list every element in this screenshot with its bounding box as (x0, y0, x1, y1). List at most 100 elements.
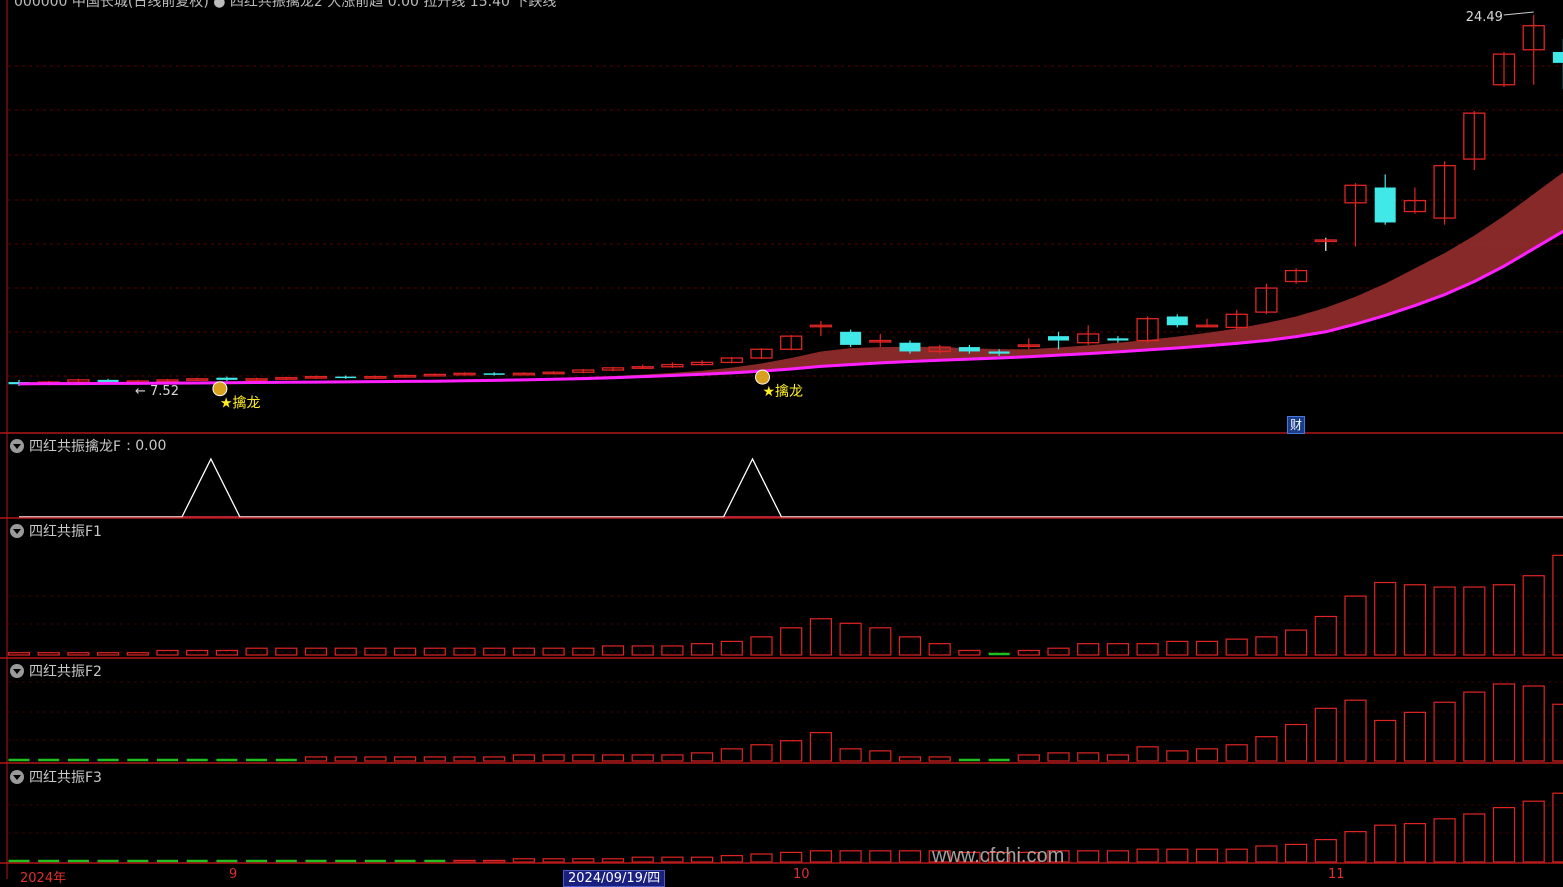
f2-bar (1077, 752, 1100, 762)
f3-bar (750, 853, 773, 863)
f3-bar (631, 856, 654, 863)
f2-bar (1136, 746, 1159, 762)
f3-bar (1492, 806, 1516, 863)
f1-bar (839, 622, 862, 656)
stock-chart[interactable]: 24.49 ← 7.52 ★擒龙 ★擒龙 (0, 0, 1563, 879)
axis-year-label: 2024年 (20, 871, 67, 886)
f3-bar (572, 858, 595, 863)
f1-bar (1166, 640, 1189, 656)
f1-bar (690, 643, 714, 656)
f3-bar (1433, 818, 1456, 863)
f3-bar (690, 856, 714, 863)
f2-bar (1552, 703, 1563, 762)
pane-title-indicator4: 四红共振F3 (10, 767, 102, 787)
collapse-icon[interactable] (10, 770, 24, 784)
f1-bar (601, 645, 625, 656)
candle-body (958, 347, 980, 352)
f2-bar (661, 754, 684, 762)
indicator2-title: 四红共振F1 (29, 524, 102, 540)
f2-bar (1374, 719, 1397, 762)
indicator1-value: : 0.00 (126, 438, 167, 454)
f2-bar (1284, 723, 1308, 762)
high-price-label: 24.49 (1466, 10, 1503, 25)
f3-bar (1136, 848, 1159, 863)
collapse-icon[interactable] (10, 524, 24, 538)
f3-bar (1166, 848, 1189, 863)
f1-bar (1106, 643, 1130, 656)
f3-bar (453, 859, 476, 863)
f2-bar (690, 752, 714, 762)
candle-body (97, 379, 119, 383)
f2-bar (750, 744, 773, 762)
f2-bar (928, 756, 951, 762)
f2-bar (1433, 701, 1456, 762)
f1-bar (1344, 595, 1367, 656)
f1-bar (1522, 575, 1545, 656)
f3-bar (1552, 792, 1563, 863)
candle-body (1107, 338, 1129, 341)
f1-bar (1284, 629, 1308, 656)
indicator1-signal-line (19, 457, 1563, 518)
f2-bar (572, 754, 595, 762)
pane-title-indicator3: 四红共振F2 (10, 661, 102, 681)
collapse-icon[interactable] (10, 439, 24, 453)
f3-bar (809, 850, 833, 863)
f1-bar (37, 652, 60, 656)
money-bag-icon (212, 381, 228, 397)
chart-header: 000000 中国长城(日线前复权) ● 四红共振擒龙2 大涨前趋 0.00 拉… (14, 0, 557, 10)
f2-bar (1166, 750, 1189, 762)
f3-bar (483, 859, 506, 863)
f1-bar (67, 652, 90, 656)
f1-bar (720, 640, 743, 656)
f3-bar (1403, 822, 1427, 863)
f3-bar (780, 851, 803, 863)
f1-bar (275, 647, 298, 656)
f1-bar (1314, 615, 1337, 656)
f1-bar (245, 647, 268, 656)
f2-bar (809, 732, 833, 762)
f1-bar (394, 647, 417, 656)
f2-bar (869, 750, 892, 762)
f2-bar (1017, 754, 1040, 762)
f3-bar (1077, 850, 1100, 863)
f2-bar (423, 756, 446, 762)
f1-bar (96, 652, 120, 656)
f2-bar (1492, 683, 1516, 762)
axis-selected-date[interactable]: 2024/09/19/四 (563, 867, 666, 887)
f3-bar (661, 856, 684, 863)
f1-bar (1552, 554, 1563, 656)
candle-body (1166, 316, 1188, 326)
f3-bar (1463, 813, 1486, 863)
f3-bar (898, 850, 922, 863)
f1-bar (512, 647, 536, 656)
candle-body (1374, 187, 1396, 223)
f1-bar (1225, 638, 1248, 656)
f3-bar (1344, 830, 1367, 863)
axis-month-label: 9 (229, 867, 238, 882)
f1-bar (364, 647, 387, 656)
f3-bar (1522, 800, 1545, 863)
f2-bar (304, 756, 328, 762)
f1-bar (1077, 643, 1100, 656)
collapse-icon[interactable] (10, 664, 24, 678)
finance-badge[interactable]: 财 (1287, 416, 1305, 434)
watermark: www.cfchi.com (932, 845, 1065, 867)
axis-month-label: 11 (1328, 867, 1345, 882)
f1-bar (661, 645, 684, 656)
f2-bar (1403, 711, 1427, 762)
f3-bar (1314, 838, 1337, 863)
candle-body (483, 373, 505, 375)
indicator1-title: 四红共振擒龙F (29, 439, 122, 455)
f2-bar (1255, 736, 1278, 762)
f1-bar (1136, 643, 1159, 656)
f1-bar (1403, 584, 1427, 656)
f2-bar (839, 748, 862, 762)
candle-body (335, 376, 357, 379)
high-pointer (1503, 11, 1534, 16)
f3-bar (1106, 850, 1130, 863)
f1-bar (7, 652, 31, 656)
axis-month-label: 10 (793, 867, 810, 882)
f1-bar (1492, 584, 1516, 656)
f2-bar (720, 748, 743, 762)
f1-bar (542, 647, 565, 656)
